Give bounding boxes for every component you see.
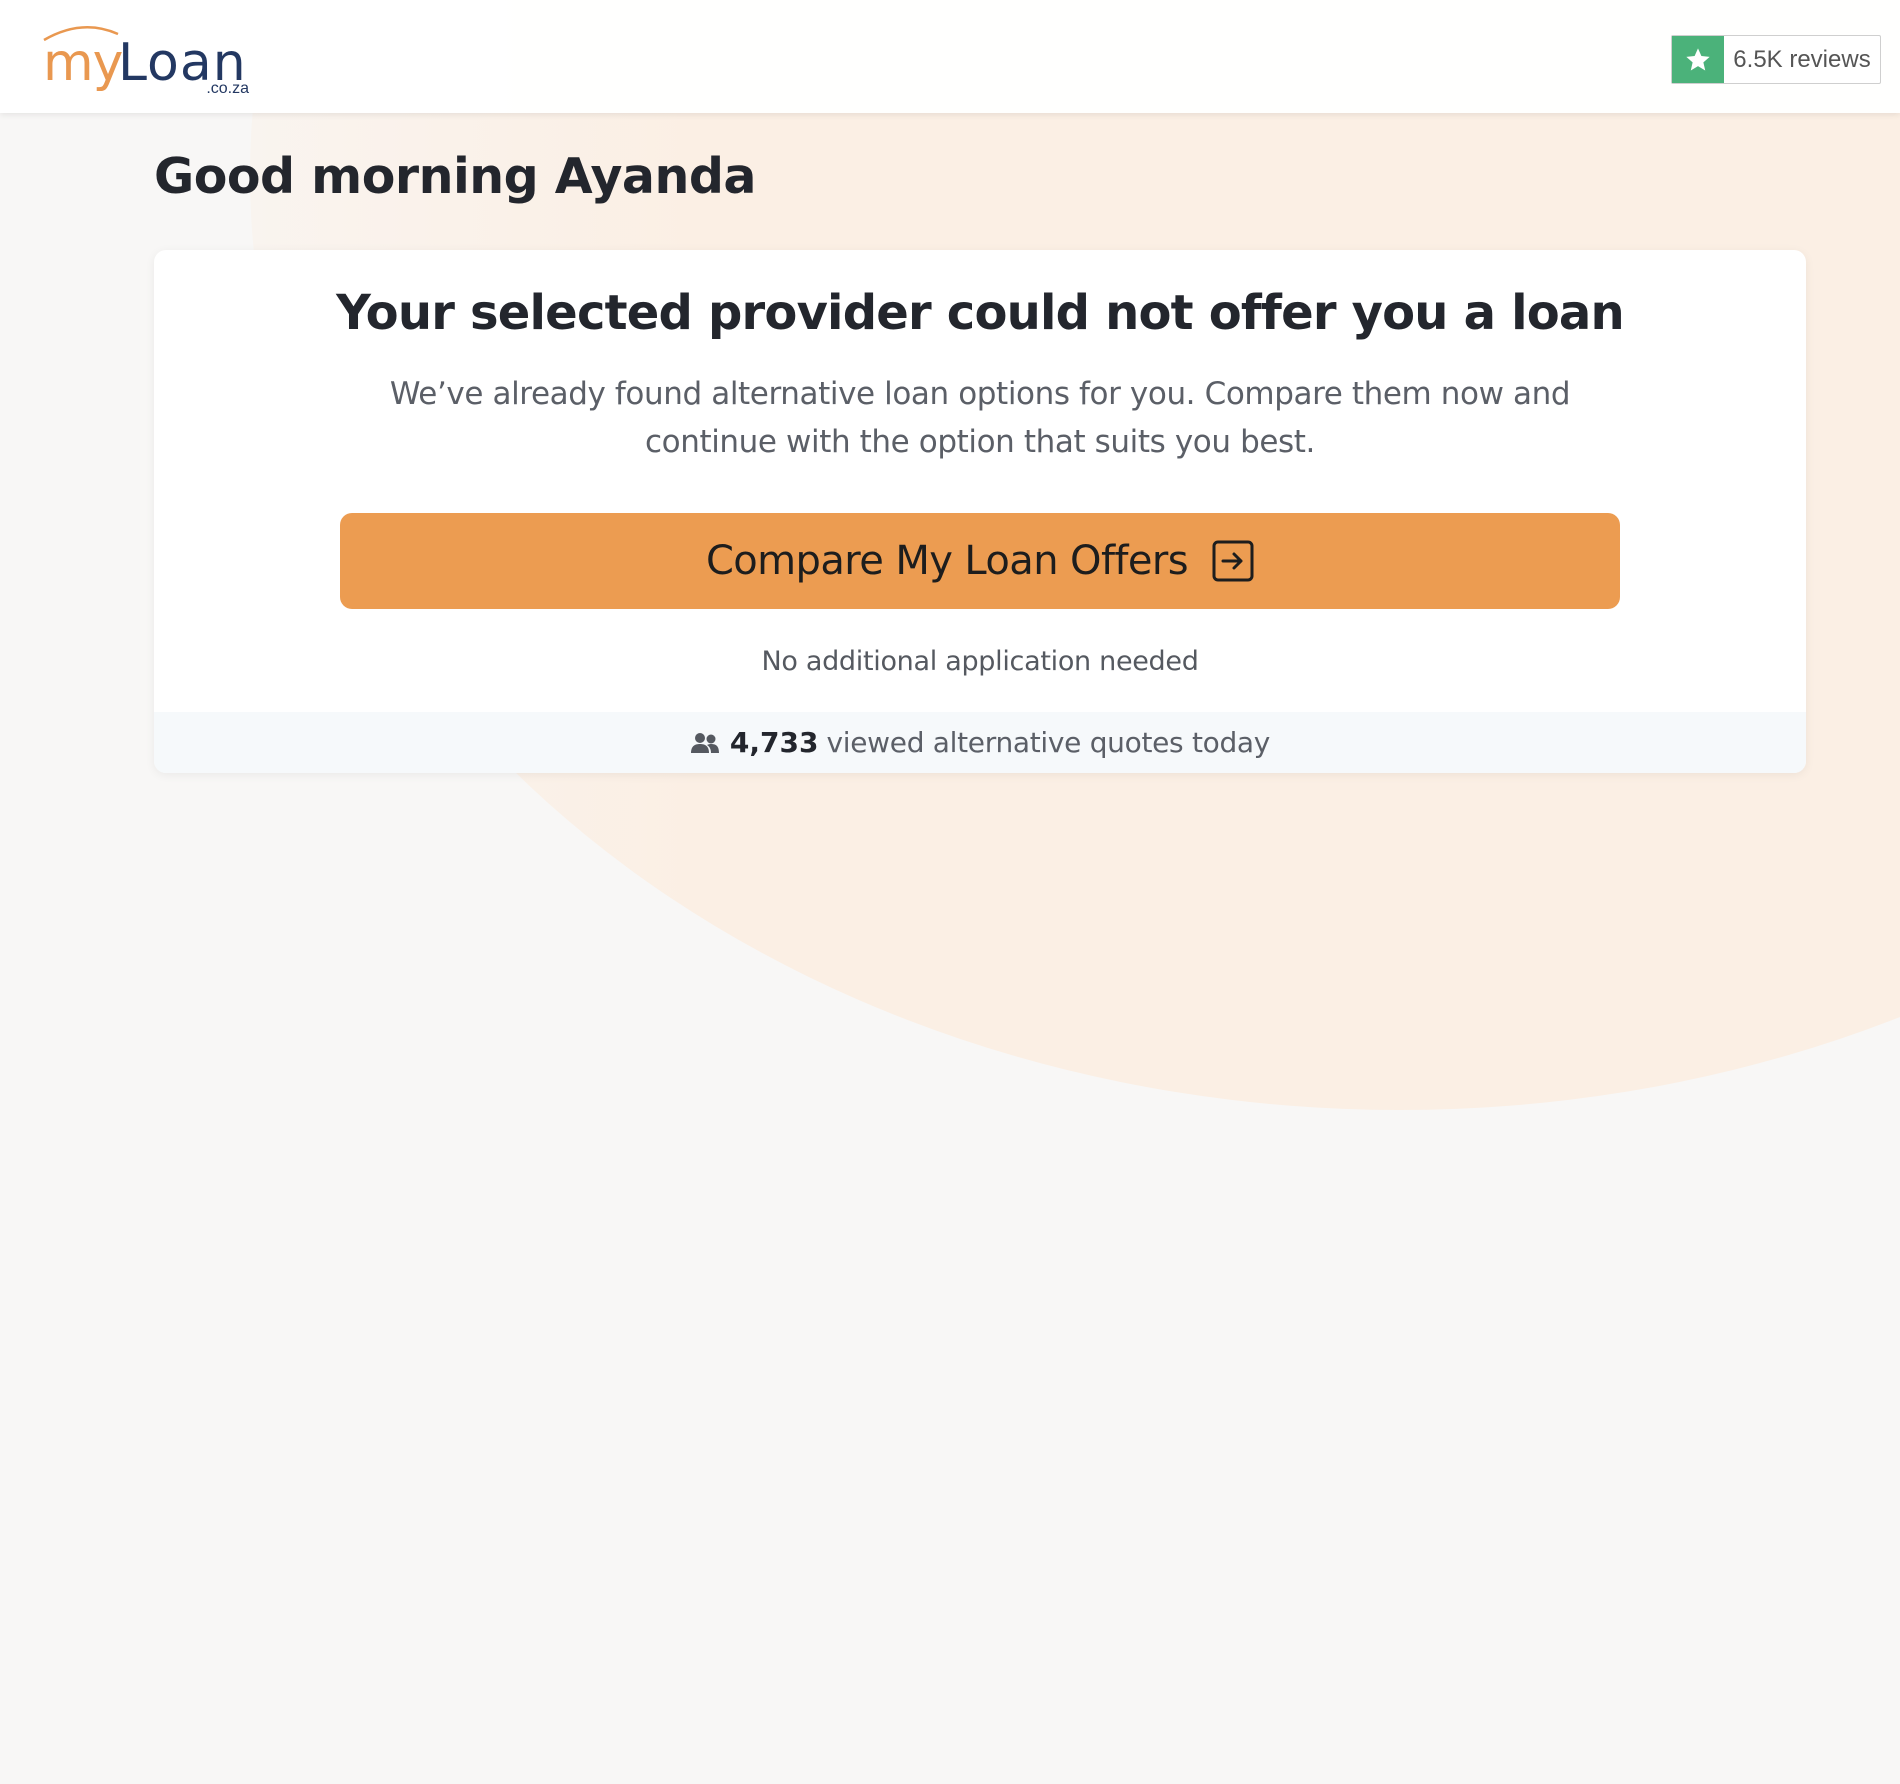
quotes-viewed-count: 4,733 — [729, 726, 819, 759]
star-icon — [1672, 36, 1724, 83]
greeting-heading: Good morning Ayanda — [154, 148, 756, 205]
logo-text-my: my — [43, 33, 123, 93]
reviews-badge[interactable]: 6.5K reviews — [1671, 35, 1881, 84]
card-subtitle: We’ve already found alternative loan opt… — [389, 376, 1571, 460]
compare-button-label: Compare My Loan Offers — [705, 538, 1189, 584]
no-application-note: No additional application needed — [761, 646, 1199, 677]
social-proof-strip: 4,733 viewed alternative quotes today — [154, 712, 1806, 773]
reviews-count: 6.5K reviews — [1733, 45, 1871, 73]
top-bar: my Loan .co.za 6.5K reviews — [0, 0, 1900, 113]
logo-domain: .co.za — [206, 80, 249, 97]
compare-loan-offers-button[interactable]: Compare My Loan Offers — [340, 513, 1620, 609]
people-icon — [690, 731, 720, 755]
loan-status-card: Your selected provider could not offer y… — [154, 250, 1806, 773]
quotes-viewed-label: viewed alternative quotes today — [826, 726, 1271, 759]
card-title: Your selected provider could not offer y… — [336, 285, 1625, 341]
arrow-right-box-icon — [1212, 540, 1254, 582]
site-logo[interactable]: my Loan .co.za — [42, 22, 257, 100]
